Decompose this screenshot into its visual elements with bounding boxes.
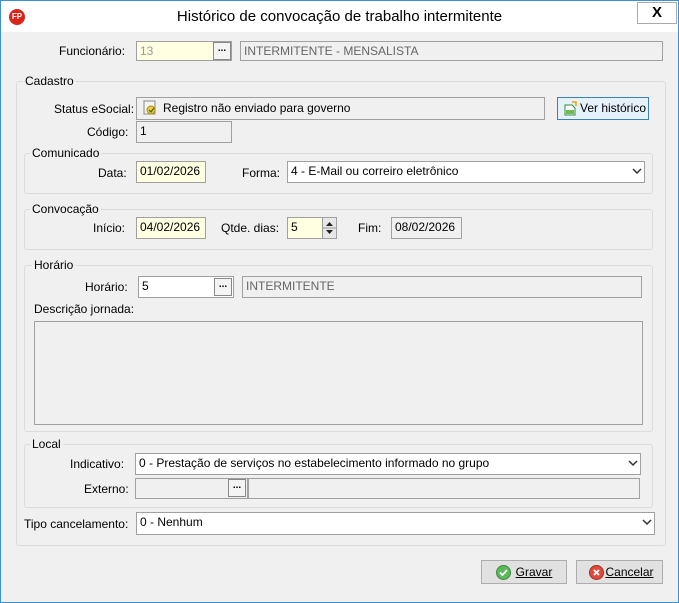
comunicado-group-title: Comunicado — [30, 146, 102, 160]
externo-label: Externo: — [84, 482, 129, 496]
funcionario-label: Funcionário: — [59, 44, 126, 58]
horario-code-value: 5 — [142, 279, 149, 293]
status-esocial-label: Status eSocial: — [54, 102, 135, 116]
esocial-status-icon — [142, 100, 158, 116]
horario-group-title: Horário — [32, 258, 76, 272]
tipo-cancelamento-select[interactable]: 0 - Nenhum — [136, 512, 655, 535]
chevron-down-icon — [632, 168, 642, 175]
horario-description-field: INTERMITENTE — [242, 276, 642, 298]
indicativo-label: Indicativo: — [70, 457, 125, 471]
qtde-dias-value: 5 — [291, 220, 298, 234]
cancelar-label: Cancelar — [605, 565, 654, 579]
gravar-button[interactable]: Gravar — [481, 560, 567, 584]
window-title: Histórico de convocação de trabalho inte… — [176, 8, 503, 25]
tipo-cancelamento-label: Tipo cancelamento: — [24, 517, 129, 531]
funcionario-description-field: INTERMITENTE - MENSALISTA — [240, 41, 663, 61]
forma-label: Forma: — [242, 166, 281, 180]
indicativo-select-value: 0 - Prestação de serviços no estabelecim… — [139, 456, 490, 470]
ver-historico-label: Ver histórico — [579, 101, 647, 115]
tipo-cancelamento-value: 0 - Nenhum — [140, 515, 203, 529]
spinner-arrows-icon[interactable] — [322, 218, 336, 238]
horario-label: Horário: — [85, 280, 128, 294]
descricao-jornada-label: Descrição jornada: — [34, 302, 135, 316]
fim-label: Fim: — [358, 221, 382, 235]
funcionario-code-value: 13 — [140, 44, 154, 58]
check-icon — [496, 565, 511, 580]
fim-data-field: 08/02/2026 — [391, 217, 462, 239]
cadastro-group-title: Cadastro — [23, 74, 76, 88]
ver-historico-button[interactable]: Ver histórico — [557, 97, 649, 120]
history-icon — [563, 101, 578, 116]
externo-lookup-button[interactable]: ... — [228, 479, 246, 497]
close-button[interactable]: X — [637, 2, 677, 24]
cancel-icon — [589, 565, 604, 580]
chevron-down-icon — [628, 460, 638, 467]
status-esocial-value: Registro não enviado para governo — [163, 101, 351, 115]
data-label: Data: — [98, 166, 127, 180]
status-esocial-field: Registro não enviado para governo — [136, 97, 545, 120]
local-group-title: Local — [30, 437, 63, 451]
indicativo-select[interactable]: 0 - Prestação de serviços no estabelecim… — [135, 453, 641, 475]
convocacao-group-title: Convocação — [30, 202, 101, 216]
forma-select[interactable]: 4 - E-Mail ou correiro eletrônico — [287, 161, 645, 183]
forma-select-value: 4 - E-Mail ou correiro eletrônico — [291, 164, 459, 178]
comunicado-data-input[interactable]: 01/02/2026 — [136, 161, 206, 183]
gravar-label: Gravar — [515, 565, 553, 579]
chevron-down-icon — [642, 519, 652, 526]
descricao-jornada-textarea — [34, 321, 643, 425]
cancelar-button[interactable]: Cancelar — [576, 560, 663, 584]
inicio-label: Início: — [93, 221, 126, 235]
codigo-label: Código: — [87, 125, 129, 139]
title-bar: FP Histórico de convocação de trabalho i… — [1, 1, 678, 32]
qtde-dias-spinner[interactable]: 5 — [287, 217, 337, 239]
funcionario-lookup-button[interactable]: ... — [213, 42, 231, 60]
horario-lookup-button[interactable]: ... — [214, 278, 232, 296]
externo-description-field — [248, 478, 640, 499]
qtde-dias-label: Qtde. dias: — [221, 221, 280, 235]
inicio-data-input[interactable]: 04/02/2026 — [136, 217, 206, 239]
codigo-field: 1 — [136, 121, 232, 143]
dialog-window: FP Histórico de convocação de trabalho i… — [0, 0, 679, 603]
